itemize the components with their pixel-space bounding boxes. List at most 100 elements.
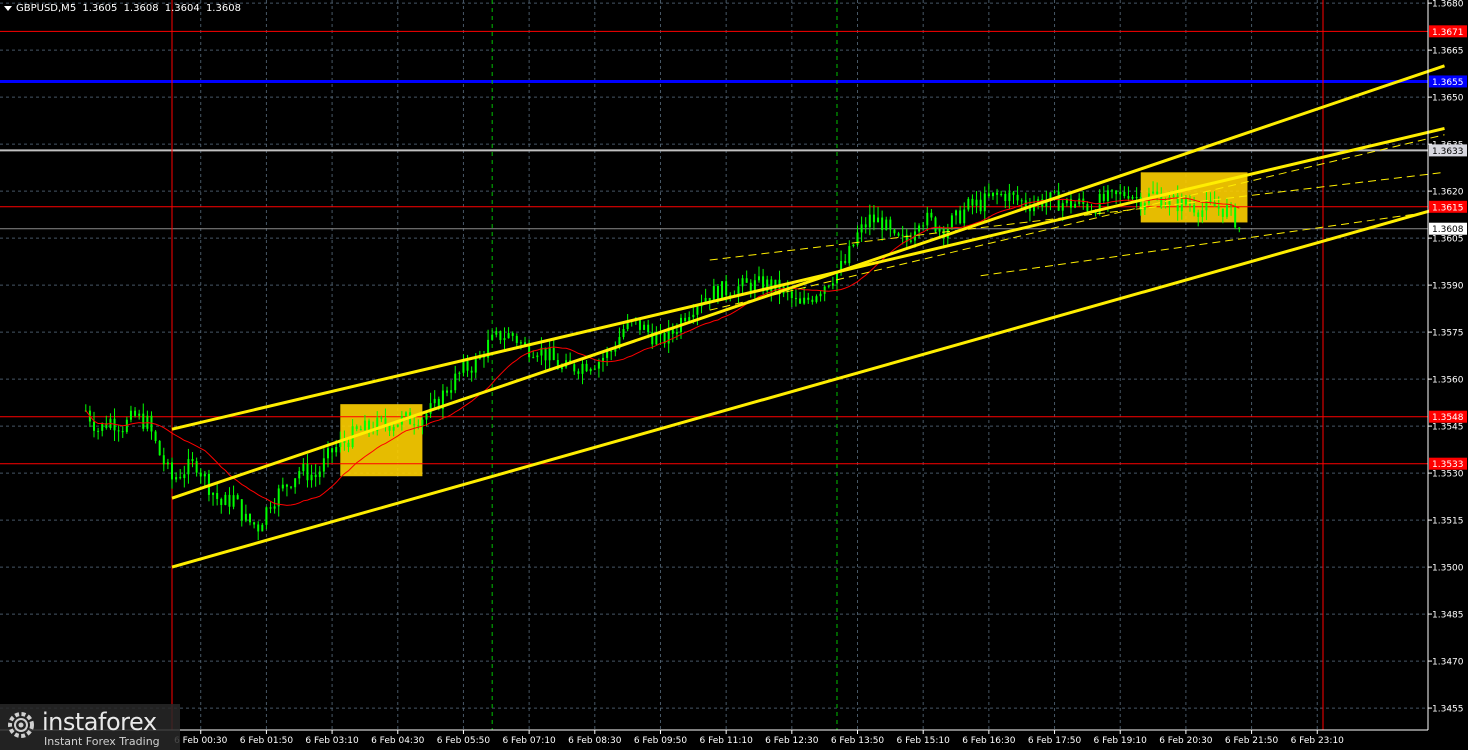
candle-body [125,419,128,432]
x-tick-label: 6 Feb 12:30 [765,736,819,746]
x-tick-label: 6 Feb 01:50 [240,736,294,746]
candle-body [655,334,658,345]
candle-body [236,495,239,500]
price-tag-label: 1.3608 [1432,225,1464,235]
candle-body [901,234,904,236]
candle-body [741,278,744,287]
candle-body [1209,200,1212,203]
candle-body [363,420,366,431]
candle-body [322,458,325,472]
x-tick-label: 6 Feb 08:30 [568,736,622,746]
price-tag-label: 1.3671 [1432,28,1464,38]
candle-body [335,446,338,453]
candle-body [991,192,994,197]
x-tick-label: 6 Feb 05:50 [437,736,491,746]
candle-body [1197,212,1200,217]
candle-body [470,370,473,373]
candle-body [1086,203,1089,211]
candle-body [1238,227,1241,229]
candle-body [1119,191,1122,195]
candle-body [922,225,925,227]
candle-body [1152,191,1155,194]
candle-body [770,279,773,292]
dropdown-triangle-icon[interactable] [4,5,12,11]
candle-body [1008,192,1011,202]
candle-body [1217,206,1220,209]
candle-body [696,306,699,315]
candle-body [1123,191,1126,197]
candle-body [688,317,691,321]
candle-body [290,486,293,488]
candle-body [1225,204,1228,217]
ohlc-open: 1.3605 [82,3,118,14]
candle-body [138,413,141,416]
candle-body [963,209,966,224]
price-chart[interactable]: 1.36801.36651.36501.36351.36201.36051.35… [0,0,1468,750]
candle-body [889,219,892,230]
candle-body [684,317,687,321]
candle-body [799,298,802,304]
candle-body [918,225,921,232]
candle-body [1131,197,1134,199]
candle-body [162,455,165,465]
candle-body [848,246,851,264]
candle-body [877,217,880,223]
candle-body [425,413,428,420]
y-tick-label: 1.3605 [1432,235,1464,245]
candle-body [573,364,576,372]
candle-body [852,244,855,247]
candle-body [983,193,986,212]
candle-body [860,224,863,233]
candle-body [885,219,888,231]
candle-body [265,507,268,525]
candle-body [536,355,539,358]
x-tick-label: 6 Feb 03:10 [305,736,359,746]
candle-body [1057,191,1060,211]
candle-body [959,210,962,224]
candle-body [749,282,752,293]
symbol-label: GBPUSD,M5 [16,3,77,14]
candle-body [220,498,223,506]
candle-body [171,462,173,480]
x-tick-label: 6 Feb 23:10 [1291,736,1345,746]
x-tick-label: 6 Feb 21:50 [1225,736,1279,746]
candle-body [261,524,264,532]
candle-body [1061,203,1064,211]
candle-body [909,240,912,242]
candle-body [212,492,215,495]
candle-body [643,324,646,330]
candle-body [967,198,970,210]
logo-name: instaforex [42,708,157,736]
candle-body [503,338,506,341]
x-tick-label: 6 Feb 13:50 [831,736,885,746]
candle-body [934,217,937,232]
candle-body [815,296,818,302]
candle-body [577,371,580,374]
candle-body [1074,203,1077,208]
candle-body [253,522,256,525]
candle-body [1004,193,1007,202]
candle-body [1221,208,1224,217]
candle-body [881,217,884,231]
candle-body [692,314,695,318]
x-tick-label: 6 Feb 07:10 [502,736,556,746]
price-tag-label: 1.3633 [1432,147,1464,157]
instaforex-logo: instaforex Instant Forex Trading [0,704,180,750]
candle-body [404,412,407,417]
candle-body [1156,191,1159,194]
candle-body [507,333,510,339]
candle-body [807,297,810,300]
candle-body [166,462,169,465]
candle-body [712,286,715,302]
candle-body [831,283,834,286]
candle-body [1135,197,1138,199]
candle-body [273,506,276,509]
candle-body [725,281,728,295]
candle-body [154,431,157,441]
candle-body [975,199,978,206]
candle-body [450,390,453,393]
candle-body [581,363,584,374]
candle-body [117,430,120,432]
candle-body [129,410,132,420]
candle-body [827,285,830,287]
